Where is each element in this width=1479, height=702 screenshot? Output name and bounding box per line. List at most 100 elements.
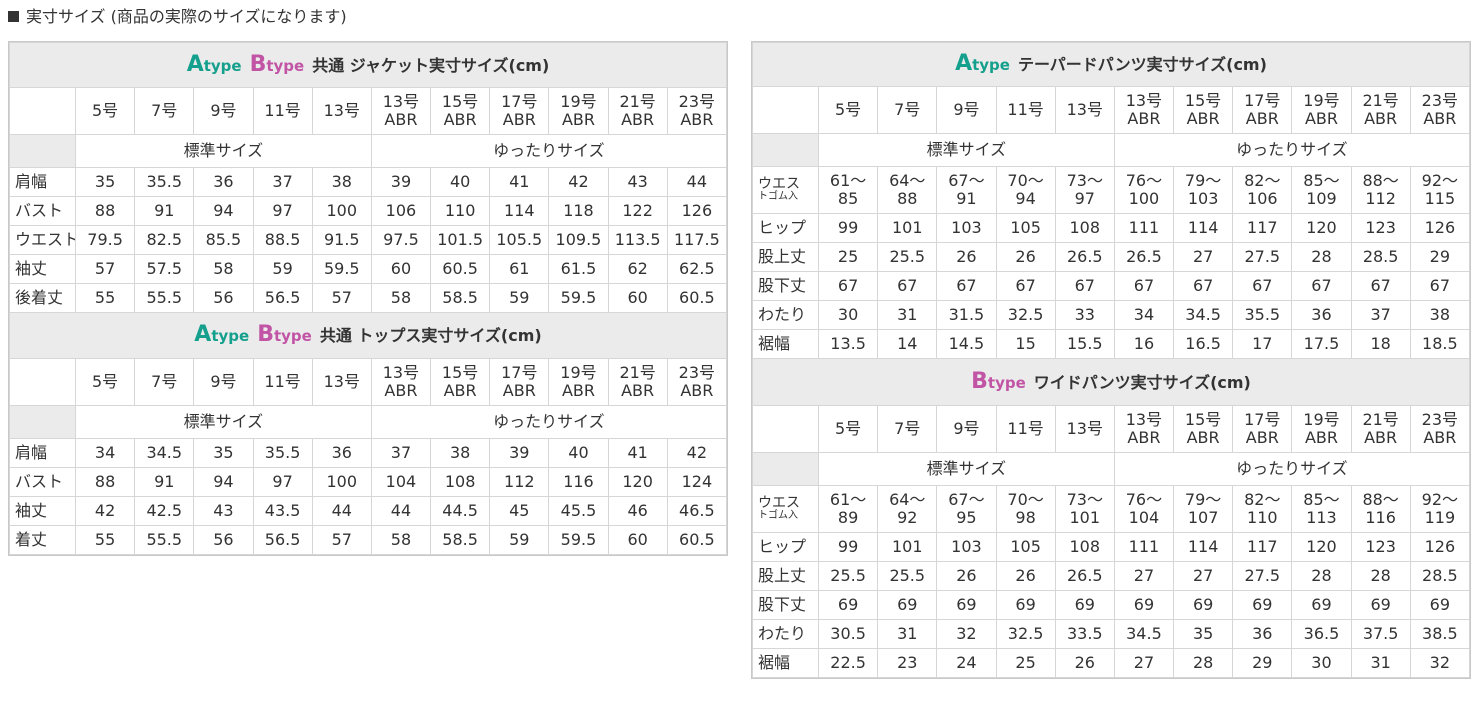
- value-cell: 28.5: [1409, 561, 1471, 591]
- value-cell: 117.5: [666, 225, 728, 255]
- value-cell: 31: [1350, 648, 1411, 678]
- size-header-cell: 5号: [817, 86, 879, 134]
- value-cell: 39: [370, 167, 432, 197]
- value-part: 107: [1187, 508, 1219, 527]
- value-cell: 110: [430, 196, 491, 226]
- table-row: 股上丈 25 25.5 26 26 26.5 26.5 27 27.5 28 28.5 29: [752, 242, 1471, 272]
- size-label-part: 17号: [501, 363, 538, 382]
- value-part: 88～: [1362, 490, 1399, 509]
- value-cell: 14.5: [936, 329, 997, 359]
- value-cell: 26: [936, 561, 997, 591]
- size-label-part: 9号: [210, 101, 237, 120]
- row-label: ウエス トゴム入: [752, 166, 819, 214]
- size-label-part: ABR: [384, 381, 418, 400]
- value-cell: 35: [193, 438, 254, 468]
- size-label-part: 13号: [382, 92, 420, 111]
- value-cell: 126: [1409, 213, 1471, 243]
- value-cell: 105: [995, 532, 1056, 562]
- value-cell: 45.5: [548, 496, 609, 526]
- value-cell: 34.5: [134, 438, 195, 468]
- value-cell: 37: [252, 167, 313, 197]
- value-cell: 44.5: [430, 496, 491, 526]
- corner-cell: [9, 134, 76, 168]
- value-cell: 40: [430, 167, 491, 197]
- value-cell: 27: [1113, 561, 1175, 591]
- size-label-part: ABR: [1186, 109, 1220, 128]
- value-cell: 60.5: [430, 254, 491, 284]
- value-cell: 79～ 103: [1173, 166, 1234, 214]
- size-header-cell: 21号 ABR: [1350, 86, 1411, 134]
- size-label-part: 11号: [1007, 100, 1044, 119]
- size-label-part: 7号: [151, 372, 178, 391]
- table-title-text: 共通 ジャケット実寸サイズ(cm): [312, 55, 550, 75]
- type-letter: B: [257, 322, 274, 347]
- value-cell: 92～ 115: [1409, 166, 1471, 214]
- value-cell: 60: [607, 525, 668, 555]
- tops-size-table: Atype Btype 共通 トップス実寸サイズ(cm) 5号 7号 9号 11号 13号 13…: [8, 312, 728, 556]
- value-cell: 27.5: [1232, 242, 1293, 272]
- size-label-part: 7号: [894, 419, 921, 438]
- value-part: 70～: [1007, 171, 1044, 190]
- value-cell: 64～ 92: [877, 485, 938, 533]
- value-cell: 69: [1350, 590, 1411, 620]
- table-title: Atype Btype 共通 トップス実寸サイズ(cm): [9, 312, 727, 359]
- table-row: ウエス トゴム入 61～ 89 64～ 92 67～ 95 70～ 98 73～ 101 76～ 104 7…: [752, 485, 1471, 533]
- size-header-cell: 9号: [193, 358, 254, 406]
- value-cell: 28: [1173, 648, 1234, 678]
- value-cell: 31: [877, 619, 938, 649]
- size-label-part: 17号: [501, 92, 538, 111]
- value-cell: 22.5: [817, 648, 879, 678]
- value-cell: 85～ 109: [1291, 166, 1352, 214]
- value-cell: 43: [193, 496, 254, 526]
- table-row: 肩幅 35 35.5 36 37 38 39 40 41 42 43 44: [9, 167, 728, 197]
- value-cell: 61～ 85: [817, 166, 879, 214]
- value-cell: 67: [877, 271, 938, 301]
- type-a-label: Atype: [186, 51, 242, 77]
- value-cell: 55.5: [134, 525, 195, 555]
- value-cell: 32.5: [995, 300, 1056, 330]
- value-cell: 104: [370, 467, 432, 497]
- value-cell: 30: [817, 300, 879, 330]
- row-label: 肩幅: [9, 167, 76, 197]
- value-cell: 69: [1054, 590, 1115, 620]
- value-cell: 58: [193, 254, 254, 284]
- value-cell: 32.5: [995, 619, 1056, 649]
- size-label-part: 11号: [1007, 419, 1044, 438]
- value-cell: 73～ 97: [1054, 166, 1115, 214]
- value-part: 73～: [1066, 171, 1103, 190]
- value-cell: 91: [134, 196, 195, 226]
- value-cell: 120: [607, 467, 668, 497]
- size-label-part: 19号: [1303, 410, 1340, 429]
- size-header-cell: 15号 ABR: [430, 87, 491, 135]
- size-label-part: ABR: [1364, 109, 1398, 128]
- value-cell: 35.5: [252, 438, 313, 468]
- value-cell: 43: [607, 167, 668, 197]
- value-cell: 30: [1291, 648, 1352, 678]
- value-cell: 29: [1409, 242, 1471, 272]
- size-header-row: 5号 7号 9号 11号 13号 13号 ABR 15号 ABR 17号 ABR 19号 ABR 21号 A…: [9, 87, 728, 135]
- value-part: 92: [897, 508, 918, 527]
- table-row: ヒップ 99 101 103 105 108 111 114 117 120 123 126: [752, 532, 1471, 562]
- value-part: 97: [1074, 189, 1095, 208]
- type-letter: A: [955, 51, 973, 76]
- size-header-cell: 15号 ABR: [430, 358, 491, 406]
- size-header-cell: 21号 ABR: [607, 87, 668, 135]
- value-cell: 58: [370, 525, 432, 555]
- size-label-part: 13号: [1066, 419, 1103, 438]
- value-part: 106: [1247, 189, 1278, 208]
- type-letter: B: [971, 368, 988, 394]
- row-label: 股下丈: [752, 271, 819, 301]
- size-header-cell: 13号: [311, 87, 372, 135]
- size-label-part: 13号: [1066, 100, 1103, 119]
- size-label-part: ABR: [1245, 109, 1279, 128]
- value-cell: 67: [817, 271, 879, 301]
- jacket-size-table: Atype Btype 共通 ジャケット実寸サイズ(cm) 5号 7号 9号 11号 13号 1…: [8, 41, 728, 314]
- value-cell: 105.5: [489, 225, 550, 255]
- value-cell: 23: [877, 648, 938, 678]
- value-cell: 62: [607, 254, 668, 284]
- value-cell: 69: [1291, 590, 1352, 620]
- value-cell: 103: [936, 532, 997, 562]
- value-part: 79～: [1184, 171, 1222, 190]
- value-cell: 126: [1409, 532, 1471, 562]
- value-cell: 69: [1232, 590, 1293, 620]
